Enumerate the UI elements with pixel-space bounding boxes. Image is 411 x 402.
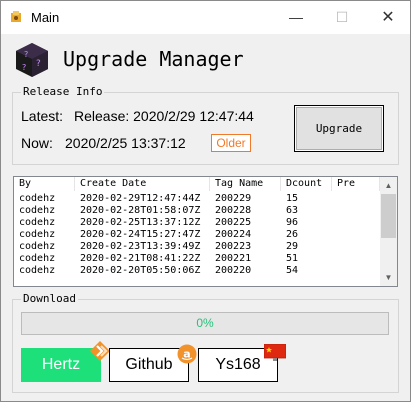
cell-by: codehz xyxy=(19,193,56,204)
svg-text:?: ? xyxy=(36,59,41,69)
table-row[interactable]: codehz 2020-02-20T05:50:06Z 200220 54 xyxy=(14,265,380,276)
cell-by: codehz xyxy=(19,253,56,264)
cell-create-date: 2020-02-28T01:58:07Z xyxy=(80,205,201,216)
cell-by: codehz xyxy=(19,241,56,252)
now-label: Now: xyxy=(21,135,53,151)
cell-tag-name: 200221 xyxy=(215,253,252,264)
cell-dcount: 96 xyxy=(286,217,299,228)
cell-by: codehz xyxy=(19,265,56,276)
upgrade-button[interactable]: Upgrade xyxy=(294,105,384,152)
download-group: Download 0% Hertz Github a Ys168 xyxy=(12,292,399,393)
hertz-diamond-icon xyxy=(90,341,110,361)
hertz-button-label: Hertz xyxy=(41,356,81,373)
release-info-legend: Release Info xyxy=(21,85,105,98)
column-header-by[interactable]: By xyxy=(14,177,75,191)
cell-dcount: 29 xyxy=(286,241,299,252)
china-flag-icon xyxy=(264,344,286,361)
scroll-up-icon[interactable]: ▲ xyxy=(380,177,397,194)
table-row[interactable]: codehz 2020-02-28T01:58:07Z 200228 63 xyxy=(14,205,380,216)
app-title: Upgrade Manager xyxy=(63,47,244,71)
cell-tag-name: 200225 xyxy=(215,217,252,228)
svg-text:?: ? xyxy=(24,50,28,59)
column-header-tag-name[interactable]: Tag Name xyxy=(210,177,281,191)
scroll-thumb[interactable] xyxy=(381,194,396,238)
cell-dcount: 54 xyxy=(286,265,299,276)
cube-icon: ? ? ? xyxy=(16,43,48,77)
github-button-label: Github xyxy=(125,356,173,373)
close-button[interactable]: ✕ xyxy=(365,1,411,34)
cell-create-date: 2020-02-24T15:27:47Z xyxy=(80,229,201,240)
cell-dcount: 15 xyxy=(286,193,299,204)
maximize-button[interactable]: ☐ xyxy=(319,1,365,34)
cell-tag-name: 200229 xyxy=(215,193,252,204)
main-window: Main — ☐ ✕ ? ? ? Upgrade Manager Release… xyxy=(0,0,411,402)
cell-create-date: 2020-02-21T08:41:22Z xyxy=(80,253,201,264)
cell-create-date: 2020-02-23T13:39:49Z xyxy=(80,241,201,252)
scroll-down-icon[interactable]: ▼ xyxy=(380,269,397,286)
column-header-dcount[interactable]: Dcount xyxy=(281,177,332,191)
cell-by: codehz xyxy=(19,205,56,216)
cell-tag-name: 200224 xyxy=(215,229,252,240)
release-info-group: Release Info Latest: Release: 2020/2/29 … xyxy=(12,85,399,165)
cell-by: codehz xyxy=(19,229,56,240)
cell-by: codehz xyxy=(19,217,56,228)
table-header: By Create Date Tag Name Dcount Pre xyxy=(14,177,380,191)
table-row[interactable]: codehz 2020-02-25T13:37:12Z 200225 96 xyxy=(14,217,380,228)
svg-text:?: ? xyxy=(22,63,26,72)
table-row[interactable]: codehz 2020-02-23T13:39:49Z 200223 29 xyxy=(14,241,380,252)
column-header-pre[interactable]: Pre xyxy=(332,177,380,191)
download-progress-bar: 0% xyxy=(21,312,389,335)
latest-label: Latest: xyxy=(21,108,64,124)
ys168-button-label: Ys168 xyxy=(215,356,261,373)
cell-create-date: 2020-02-25T13:37:12Z xyxy=(80,217,201,228)
cell-dcount: 63 xyxy=(286,205,299,216)
progress-text: 0% xyxy=(196,316,214,330)
now-value: 2020/2/25 13:37:12 xyxy=(65,135,186,151)
cell-create-date: 2020-02-29T12:47:44Z xyxy=(80,193,201,204)
title-bar: Main — ☐ ✕ xyxy=(1,1,410,34)
cell-create-date: 2020-02-20T05:50:06Z xyxy=(80,265,201,276)
releases-table[interactable]: By Create Date Tag Name Dcount Pre codeh… xyxy=(13,176,398,287)
cell-tag-name: 200228 xyxy=(215,205,252,216)
table-scrollbar[interactable]: ▲ ▼ xyxy=(380,177,397,286)
download-legend: Download xyxy=(21,292,78,305)
amazon-a-icon: a xyxy=(177,344,197,364)
minimize-button[interactable]: — xyxy=(273,1,319,34)
app-icon xyxy=(11,11,21,22)
table-row[interactable]: codehz 2020-02-29T12:47:44Z 200229 15 xyxy=(14,193,380,204)
latest-value: Release: 2020/2/29 12:47:44 xyxy=(74,108,254,124)
status-badge: Older xyxy=(211,134,251,152)
cell-dcount: 26 xyxy=(286,229,299,240)
window-title: Main xyxy=(31,10,60,25)
table-row[interactable]: codehz 2020-02-21T08:41:22Z 200221 51 xyxy=(14,253,380,264)
cell-tag-name: 200220 xyxy=(215,265,252,276)
cell-tag-name: 200223 xyxy=(215,241,252,252)
column-header-create-date[interactable]: Create Date xyxy=(75,177,210,191)
table-row[interactable]: codehz 2020-02-24T15:27:47Z 200224 26 xyxy=(14,229,380,240)
cell-dcount: 51 xyxy=(286,253,299,264)
